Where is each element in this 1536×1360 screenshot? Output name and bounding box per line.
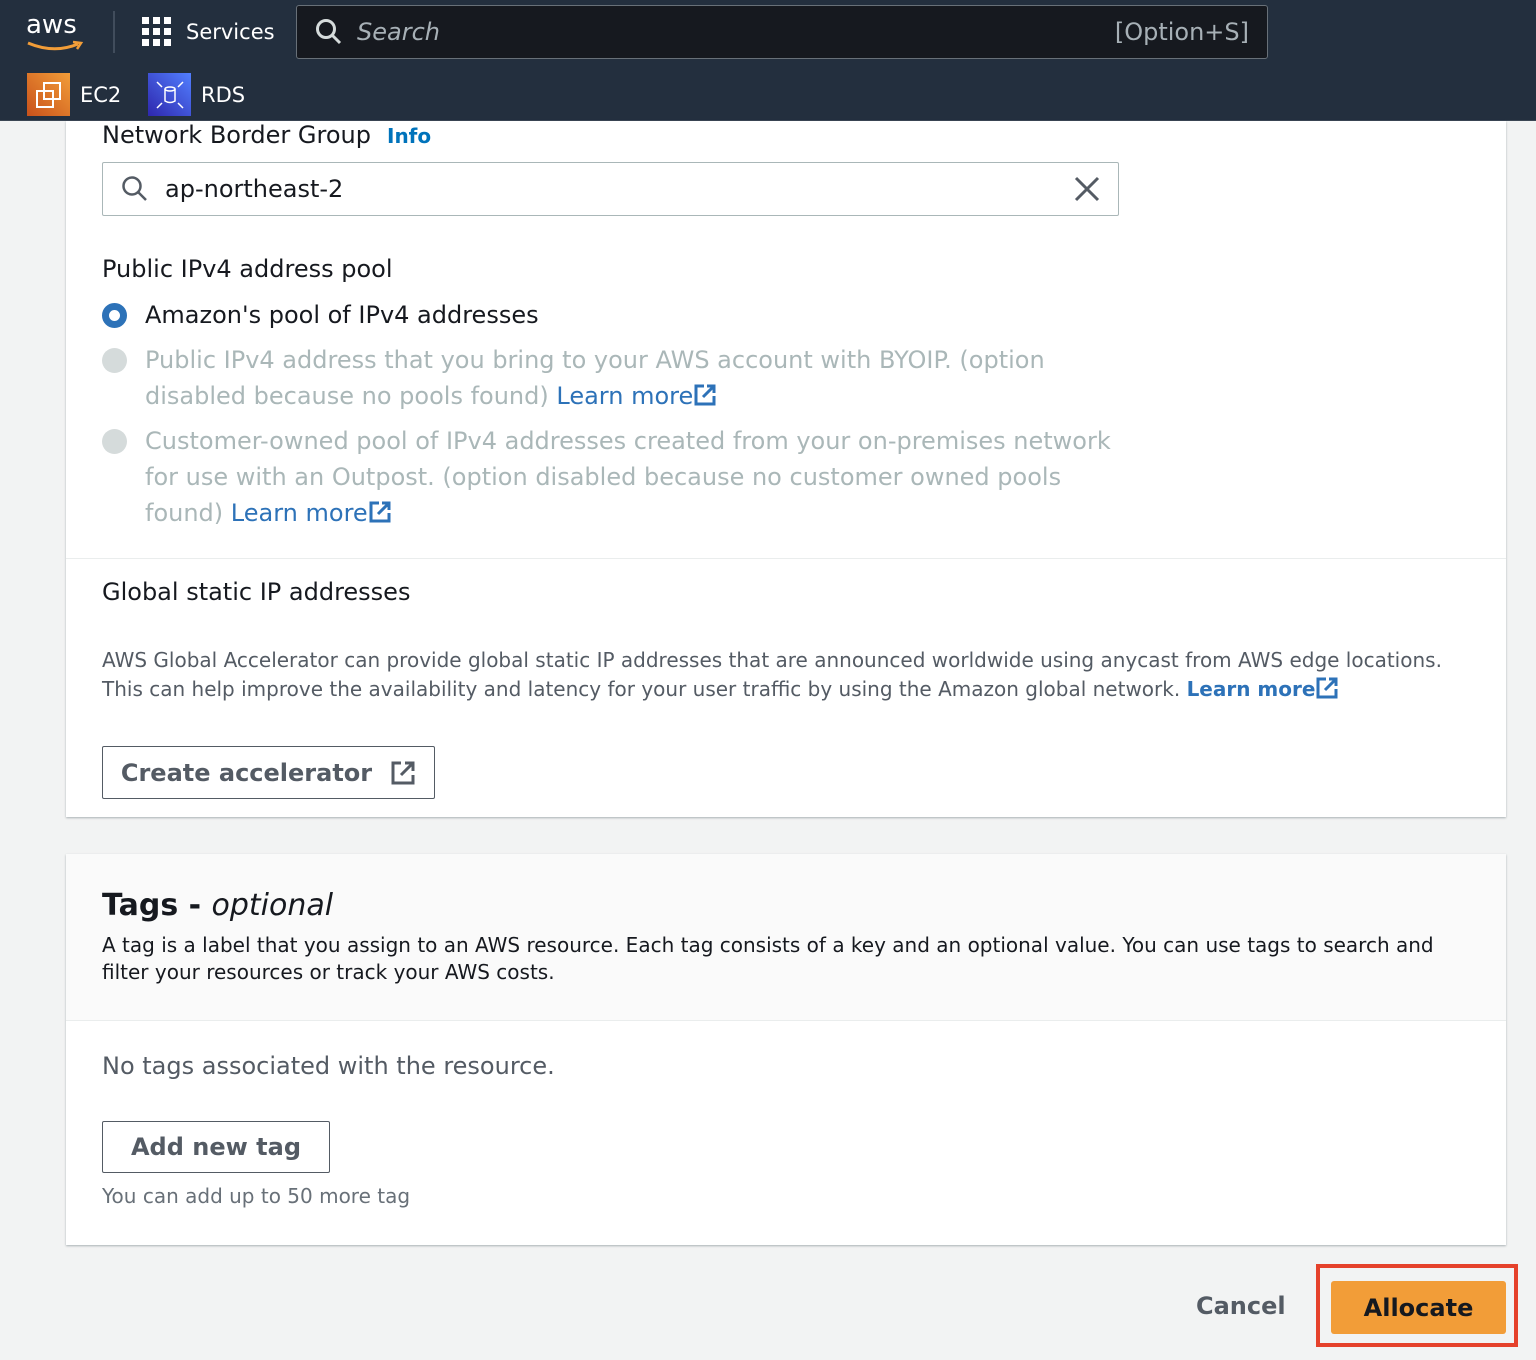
radio-selected[interactable]: [102, 303, 127, 328]
search-icon: [122, 176, 147, 201]
tags-header: Tags - optional A tag is a label that yo…: [66, 854, 1506, 1021]
radio-byoip-pool: Public IPv4 address that you bring to yo…: [102, 342, 1122, 414]
info-link[interactable]: Info: [387, 124, 431, 148]
external-link-icon: [1316, 677, 1338, 699]
tags-description: A tag is a label that you assign to an A…: [102, 933, 1434, 984]
radio-customer-owned-pool: Customer-owned pool of IPv4 addresses cr…: [102, 423, 1122, 531]
address-settings-panel: Network Border Group Info ap-northeast-2 …: [66, 121, 1506, 817]
external-link-icon: [391, 761, 415, 784]
aws-smile-icon: [27, 40, 84, 51]
favorite-rds[interactable]: RDS: [148, 73, 245, 116]
tags-panel: Tags - optional A tag is a label that yo…: [66, 854, 1506, 1245]
global-accelerator-description: AWS Global Accelerator can provide globa…: [102, 648, 1442, 701]
external-link-icon: [694, 384, 716, 406]
network-border-group-select[interactable]: ap-northeast-2: [102, 162, 1119, 216]
search-placeholder: Search: [357, 18, 440, 46]
search-input[interactable]: Search [Option+S]: [296, 5, 1268, 59]
radio-amazon-pool[interactable]: Amazon's pool of IPv4 addresses: [102, 297, 1122, 333]
no-tags-message: No tags associated with the resource.: [102, 1052, 555, 1080]
ec2-icon: [27, 73, 70, 116]
divider: [113, 11, 115, 53]
learn-more-link[interactable]: Learn more: [556, 382, 719, 410]
clear-icon[interactable]: [1074, 176, 1100, 202]
create-accelerator-button[interactable]: Create accelerator: [102, 746, 435, 799]
tag-limit-hint: You can add up to 50 more tag: [102, 1184, 411, 1208]
grid-icon: [142, 17, 171, 46]
global-static-ip-heading: Global static IP addresses: [102, 578, 411, 606]
search-shortcut: [Option+S]: [1114, 18, 1249, 46]
radio-disabled: [102, 348, 127, 373]
external-link-icon: [369, 501, 391, 523]
allocate-button[interactable]: Allocate: [1331, 1281, 1506, 1334]
learn-more-link[interactable]: Learn more: [231, 499, 394, 527]
divider: [66, 558, 1506, 559]
tags-heading: Tags - optional: [102, 888, 334, 923]
aws-logo[interactable]: aws: [26, 10, 84, 51]
network-border-group-label: Network Border Group Info: [102, 121, 432, 149]
services-menu-button[interactable]: Services: [142, 17, 275, 47]
cancel-button[interactable]: Cancel: [1196, 1292, 1286, 1320]
favorite-ec2[interactable]: EC2: [27, 73, 121, 116]
learn-more-link[interactable]: Learn more: [1187, 677, 1342, 701]
add-new-tag-button[interactable]: Add new tag: [102, 1121, 330, 1173]
search-icon: [316, 19, 342, 45]
top-navigation: aws Services Search [Option+S] EC2 RDS: [0, 0, 1536, 121]
radio-disabled: [102, 429, 127, 454]
ipv4-pool-label: Public IPv4 address pool: [102, 255, 393, 283]
rds-icon: [148, 73, 191, 116]
